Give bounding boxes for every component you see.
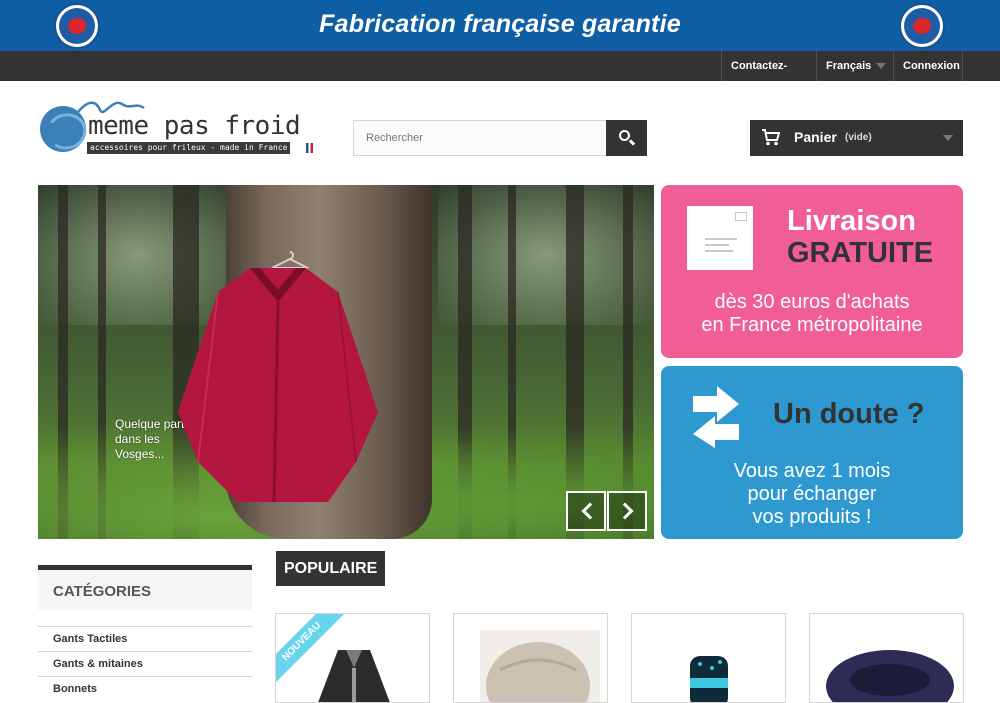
- exchange-arrows-icon: [693, 386, 739, 448]
- product-image: [690, 656, 728, 702]
- red-cape-image: [178, 268, 378, 502]
- exchange-subtitle-1: Vous avez 1 mois: [733, 460, 891, 482]
- slider-prev-button[interactable]: [566, 491, 606, 531]
- exchange-subtitle-2: pour échanger: [747, 483, 877, 505]
- envelope-line: [705, 244, 729, 246]
- chevron-down-icon: [943, 135, 953, 141]
- rooster-icon: [913, 18, 931, 34]
- top-banner: Fabrication française garantie: [0, 0, 1000, 51]
- category-item[interactable]: Bonnets: [38, 676, 252, 701]
- logo-name: meme pas froid: [88, 111, 301, 141]
- search-button[interactable]: [606, 120, 647, 156]
- categories-list: Gants Tactiles Gants & mitaines Bonnets: [38, 626, 252, 701]
- product-card[interactable]: [453, 613, 608, 703]
- slider-next-button[interactable]: [607, 491, 647, 531]
- language-selector[interactable]: Français: [816, 51, 894, 81]
- product-card[interactable]: [809, 613, 964, 703]
- exchange-subtitle-3: vos produits !: [752, 506, 872, 528]
- chevron-right-icon: [616, 502, 634, 520]
- banner-title: Fabrication française garantie: [319, 10, 681, 38]
- envelope-line: [705, 238, 737, 240]
- top-nav: Contactez-nous Français Connexion: [0, 51, 1000, 102]
- search-bar: [353, 120, 647, 156]
- category-item[interactable]: Gants & mitaines: [38, 651, 252, 676]
- cart-label: Panier: [794, 129, 837, 145]
- product-card[interactable]: [631, 613, 786, 703]
- cart-button[interactable]: Panier (vide): [750, 120, 963, 156]
- language-label: Français: [826, 60, 872, 72]
- envelope-stamp: [735, 212, 747, 221]
- chevron-left-icon: [581, 502, 599, 520]
- cart-icon: [762, 129, 780, 146]
- product-image: [480, 630, 600, 702]
- exchange-title: Un doute ?: [773, 398, 925, 430]
- product-image: [318, 650, 390, 702]
- made-in-france-badge-right: [899, 3, 945, 49]
- french-flag-icon: [306, 143, 313, 153]
- contact-link[interactable]: Contactez-nous: [721, 51, 817, 102]
- category-item[interactable]: Gants Tactiles: [38, 626, 252, 651]
- search-icon: [619, 130, 630, 141]
- cart-status: (vide): [845, 132, 872, 143]
- site-logo[interactable]: meme pas froid accessoires pour frileux …: [36, 98, 315, 158]
- logo-tagline: accessoires pour frileux - made in Franc…: [87, 142, 291, 154]
- categories-block: CATÉGORIES Gants Tactiles Gants & mitain…: [38, 565, 252, 701]
- exchange-banner[interactable]: Un doute ? Vous avez 1 mois pour échange…: [661, 366, 963, 539]
- chevron-down-icon: [876, 63, 886, 69]
- product-image: [826, 650, 954, 702]
- shipping-title: Livraison: [787, 205, 916, 237]
- search-icon-handle: [628, 139, 636, 146]
- login-link[interactable]: Connexion: [893, 51, 963, 81]
- categories-heading: CATÉGORIES: [38, 565, 252, 610]
- product-card[interactable]: NOUVEAU: [275, 613, 430, 703]
- envelope-line: [705, 250, 733, 252]
- tab-popular[interactable]: POPULAIRE: [276, 551, 386, 586]
- shipping-title-free: GRATUITE: [787, 237, 934, 269]
- envelope-icon: [687, 206, 753, 270]
- search-input[interactable]: [353, 120, 607, 156]
- hero-caption: Quelque part dans les Vosges...: [115, 417, 185, 461]
- free-shipping-banner[interactable]: Livraison GRATUITE dès 30 euros d'achats…: [661, 185, 963, 358]
- shipping-subtitle-1: dès 30 euros d'achats: [714, 291, 910, 313]
- shipping-subtitle-2: en France métropolitaine: [701, 314, 923, 336]
